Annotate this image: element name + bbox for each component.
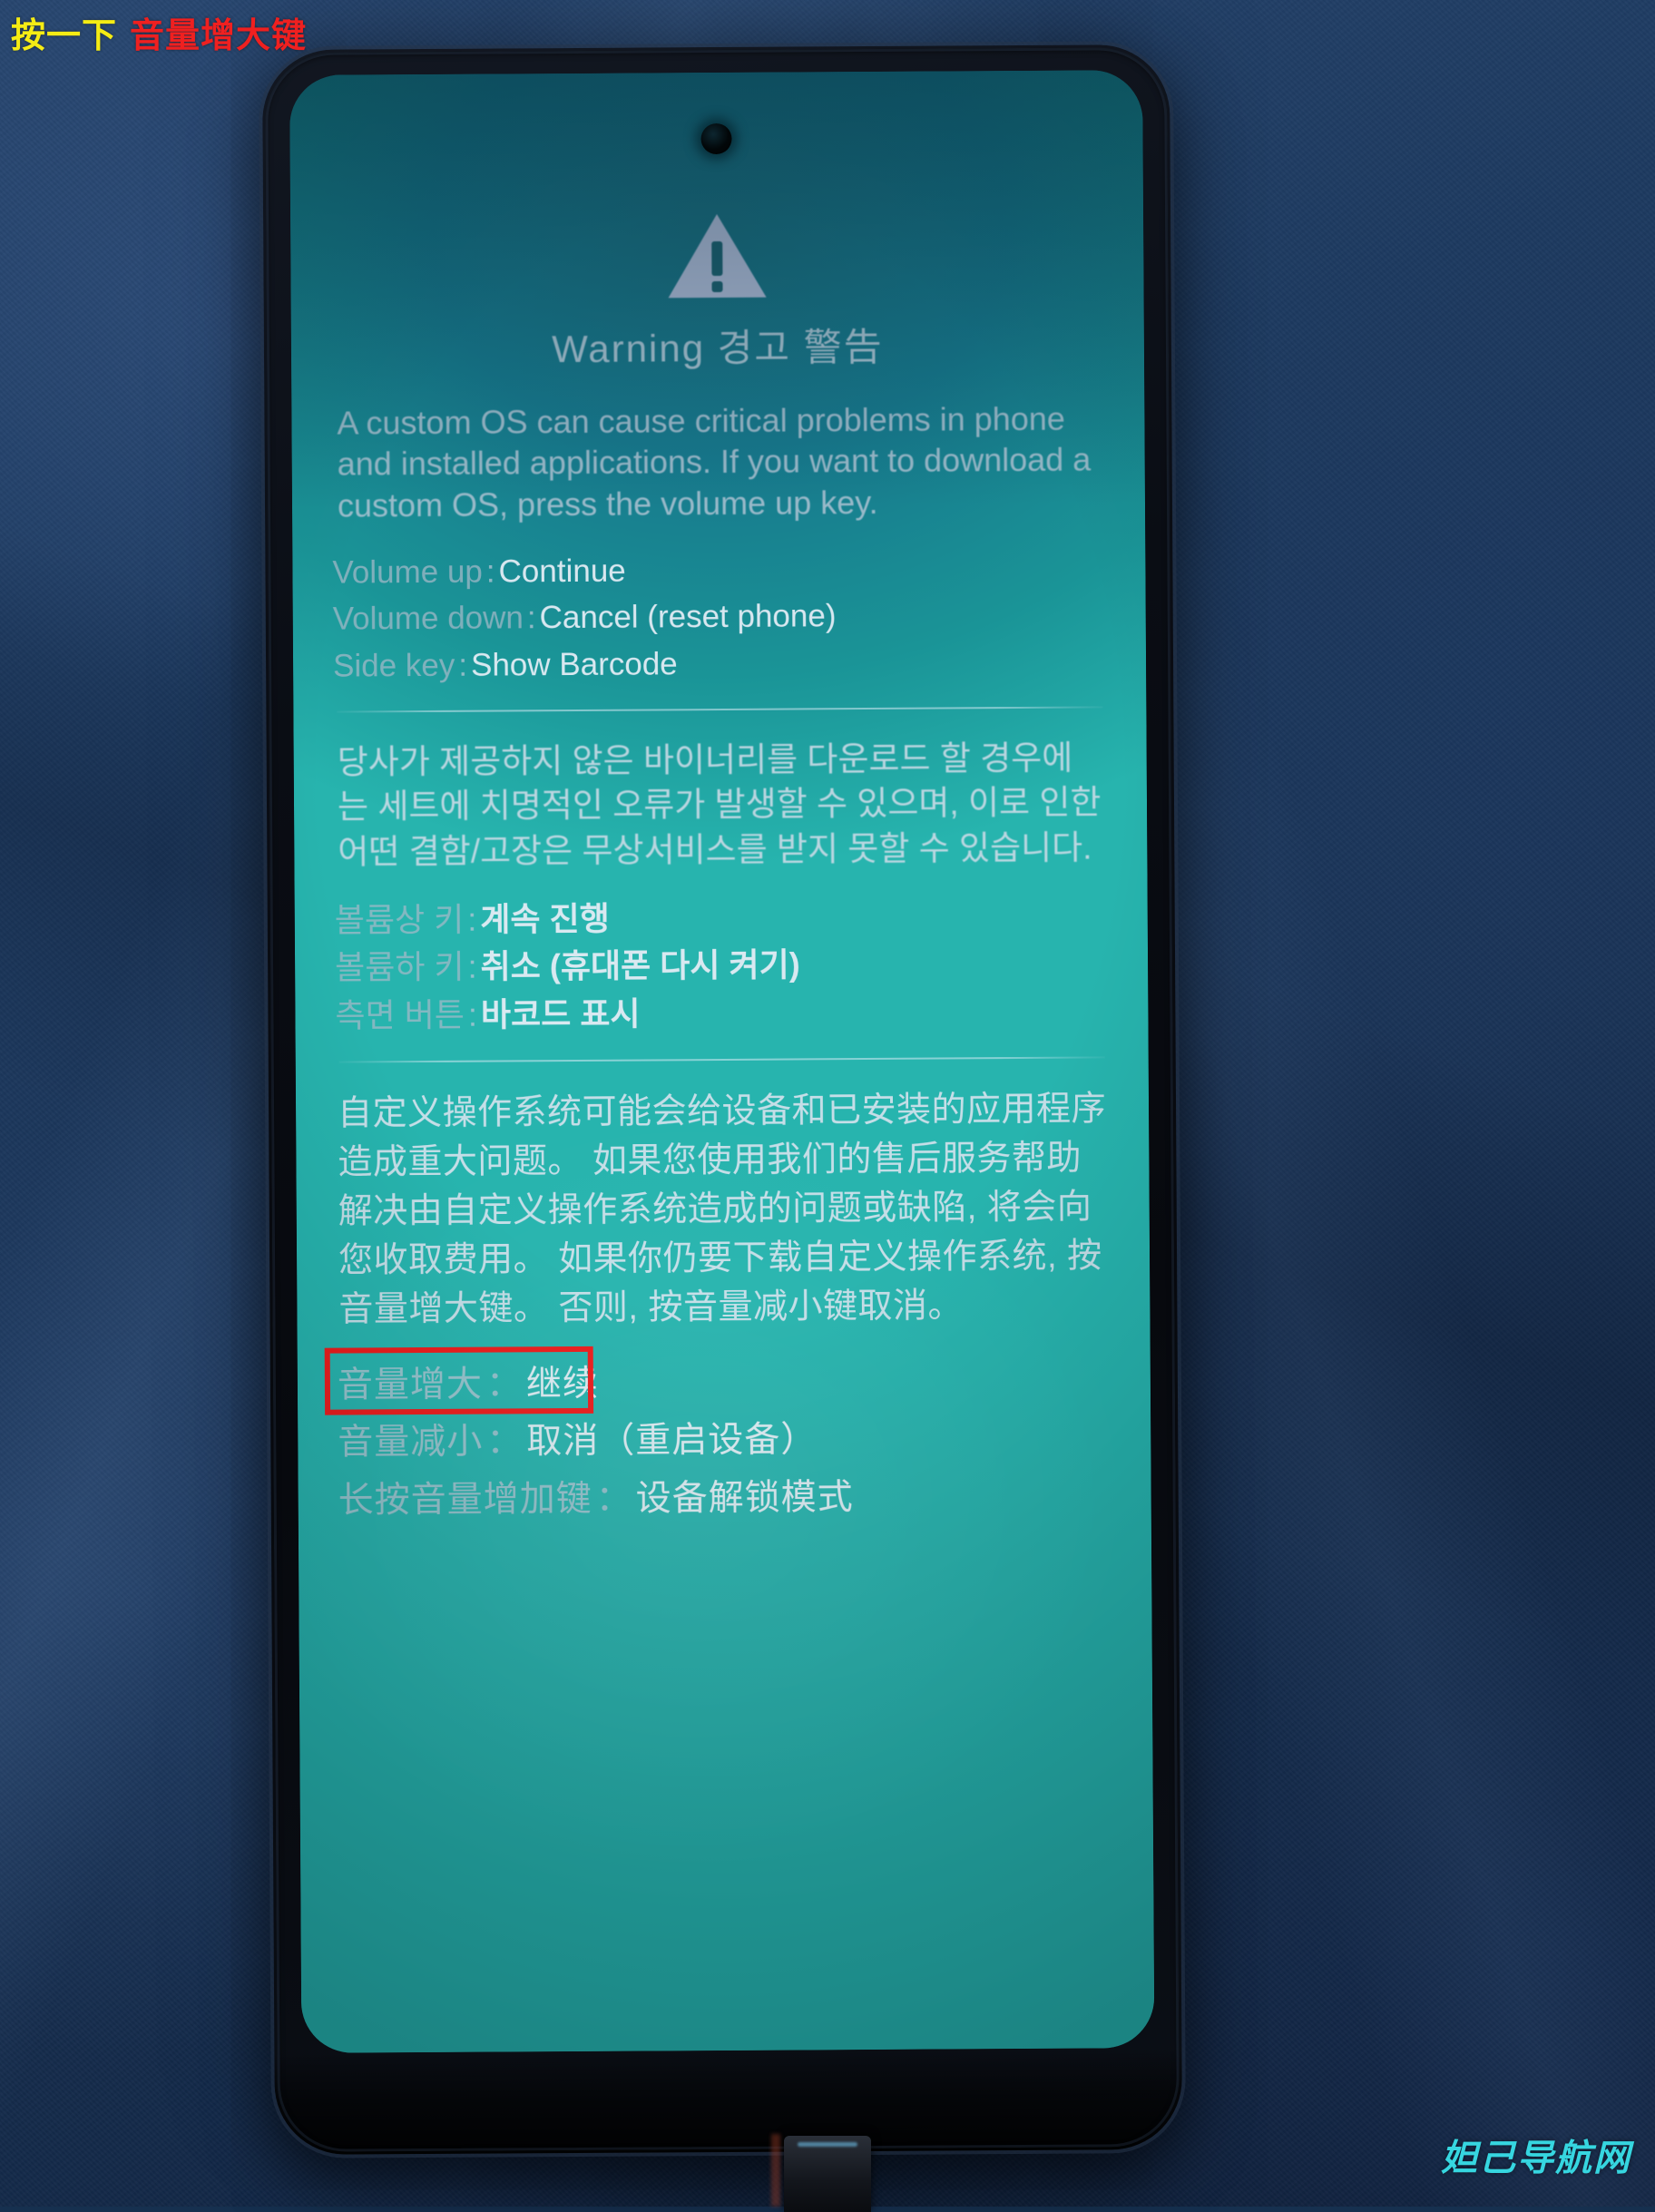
english-key-row-volume-down: Volume down:Cancel (reset phone) — [333, 593, 1106, 641]
korean-key-separator: : — [464, 900, 480, 937]
english-key-separator: : — [524, 601, 540, 636]
english-key-separator: : — [455, 647, 471, 682]
chinese-key-separator: ： — [592, 1479, 636, 1518]
english-key-value: Continue — [498, 553, 625, 590]
chinese-key-label: 音量增大 — [338, 1365, 483, 1405]
english-key-separator: : — [483, 554, 499, 590]
english-key-list: Volume up:Continue Volume down:Cancel (r… — [332, 546, 1106, 687]
chinese-warning-paragraph: 自定义操作系统可能会给设备和已安装的应用程序造成重大问题。 如果您使用我们的售后… — [338, 1086, 1109, 1336]
warning-title: Warning 경고 警告 — [331, 315, 1104, 375]
phone-bottom-shadow — [274, 2048, 1182, 2155]
chinese-key-list: 音量增大：继续 音量减小：取消（重启设备） 长按音量增加键：设备解锁模式 — [338, 1355, 1111, 1528]
usb-connector-red-glint — [771, 2134, 780, 2207]
usb-connector-highlight — [798, 2142, 857, 2147]
chinese-key-row-volume-down: 音量减小：取消（重启设备） — [338, 1412, 1111, 1470]
chinese-key-row-volume-up: 音量增大：继续 — [338, 1355, 1111, 1413]
english-key-label: Volume down — [333, 601, 524, 637]
chinese-key-separator: ： — [483, 1423, 526, 1462]
korean-key-value: 계속 진행 — [480, 899, 610, 937]
chinese-key-value: 继续 — [526, 1365, 599, 1404]
korean-key-row-side-key: 측면 버튼:바코드 표시 — [335, 989, 1108, 1038]
english-key-value: Cancel (reset phone) — [540, 599, 837, 636]
korean-key-separator: : — [464, 948, 480, 985]
chinese-key-value: 设备解锁模式 — [636, 1478, 854, 1518]
caption-key-text: 音量增大键 — [130, 17, 307, 55]
download-mode-warning-screen: Warning 경고 警告 A custom OS can cause crit… — [289, 70, 1151, 1544]
warning-triangle-icon — [664, 209, 770, 304]
phone-device: Warning 경고 警告 A custom OS can cause crit… — [262, 44, 1182, 2155]
korean-key-value: 취소 (휴대폰 다시 켜기) — [480, 946, 799, 985]
korean-key-label: 볼륨하 키 — [335, 948, 465, 986]
warning-icon-container — [330, 206, 1104, 305]
english-key-row-volume-up: Volume up:Continue — [332, 546, 1105, 593]
korean-warning-paragraph: 당사가 제공하지 않은 바이너리를 다운로드 할 경우에는 세트에 치명적인 오… — [338, 735, 1104, 875]
chinese-key-separator: ： — [483, 1365, 526, 1404]
english-warning-paragraph: A custom OS can cause critical problems … — [337, 397, 1100, 525]
english-key-value: Show Barcode — [471, 646, 678, 682]
korean-key-separator: : — [465, 995, 481, 1033]
front-camera-punch-hole — [700, 123, 731, 154]
instruction-caption: 按一下音量增大键 — [11, 7, 307, 57]
english-key-label: Volume up — [332, 554, 483, 591]
korean-key-row-volume-down: 볼륨하 키:취소 (휴대폰 다시 켜기) — [335, 942, 1108, 991]
usb-cable-connector — [784, 2136, 871, 2212]
korean-key-label: 볼륨상 키 — [335, 900, 465, 938]
chinese-key-row-long-press: 长按音量增加键：设备解锁模式 — [338, 1469, 1111, 1527]
phone-screen: Warning 경고 警告 A custom OS can cause crit… — [289, 70, 1154, 2053]
korean-key-row-volume-up: 볼륨상 키:계속 진행 — [335, 894, 1108, 943]
site-watermark: 妲己导航网 — [1441, 2129, 1631, 2181]
korean-key-label: 측면 버튼 — [335, 995, 465, 1033]
korean-key-value: 바코드 표시 — [481, 994, 641, 1033]
chinese-key-value: 取消（重启设备） — [526, 1421, 817, 1462]
english-key-row-side-key: Side key:Show Barcode — [333, 640, 1106, 687]
english-key-label: Side key — [333, 647, 455, 683]
section-divider-korean-chinese — [339, 1057, 1105, 1063]
korean-key-list: 볼륨상 키:계속 진행 볼륨하 키:취소 (휴대폰 다시 켜기) 측면 버튼:바… — [335, 894, 1109, 1038]
chinese-key-label: 长按音量增加键 — [338, 1480, 592, 1521]
chinese-key-label: 音量减小 — [338, 1423, 483, 1463]
section-divider-english-korean — [337, 706, 1102, 712]
caption-action-text: 按一下 — [11, 17, 117, 55]
